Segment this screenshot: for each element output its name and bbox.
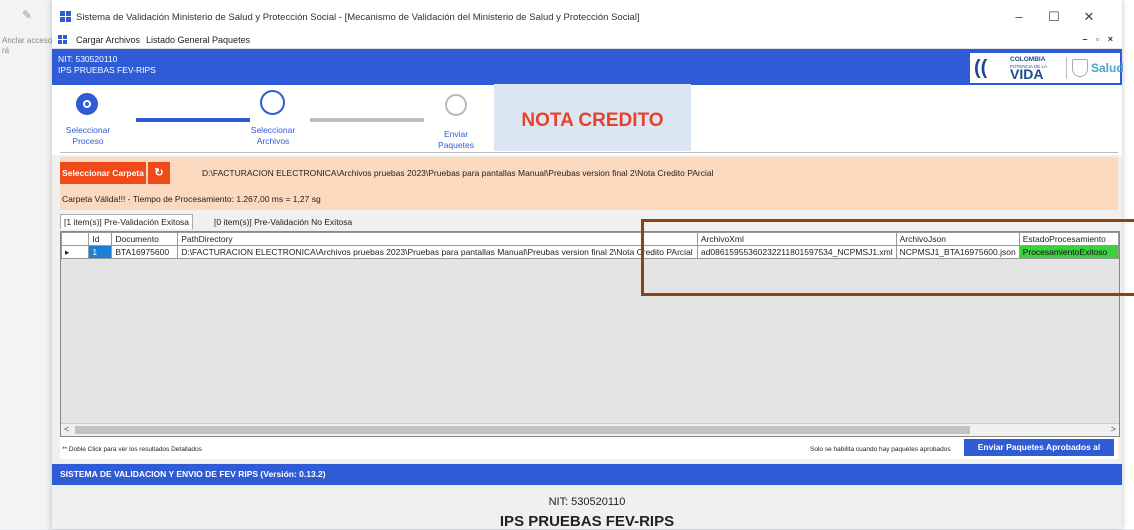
cell-path[interactable]: D:\FACTURACION ELECTRONICA\Archivos prue… [177,245,698,259]
minimize-button[interactable]: – [1002,6,1036,28]
annotation-highlight-box [641,219,1134,296]
horizontal-scrollbar[interactable]: < > [61,423,1119,436]
send-enabled-hint: Solo se habilita cuando hay paquetes apr… [810,446,951,453]
maximize-button[interactable]: ☐ [1037,6,1071,28]
anclar-label: Anclar acceso rá [2,36,53,55]
send-approved-button[interactable]: Enviar Paquetes Aprobados al [964,439,1114,456]
version-text: SISTEMA DE VALIDACION Y ENVIO DE FEV RIP… [60,469,326,479]
step-current-icon [260,90,285,115]
double-click-hint: ** Doble Click para ver los resultados D… [62,446,202,453]
logo-salud-text: Salud [1091,61,1124,75]
menu-bar: Cargar Archivos Listado General Paquetes… [52,33,1122,49]
row-selector-icon[interactable]: ▸ [60,245,90,259]
window-title: Sistema de Validación Ministerio de Salu… [76,12,640,23]
cell-documento[interactable]: BTA16975600 [111,245,179,259]
folder-panel: Seleccionar Carpeta ↻ D:\FACTURACION ELE… [60,157,1118,210]
step-1-label: Seleccionar Proceso [65,125,111,146]
cell-id[interactable]: 1 [88,245,113,259]
app-icon [60,11,71,22]
step-done-icon [76,93,98,115]
scroll-thumb[interactable] [75,426,970,434]
nota-credito-text: NOTA CREDITO [521,110,664,131]
step-2-label: Seleccionar Archivos [250,125,296,146]
bottom-ips: IPS PRUEBAS FEV-RIPS [499,513,675,530]
header-nit: NIT: 530520110 [58,54,118,64]
wizard-steps: Seleccionar Proceso Seleccionar Archivos E… [52,84,1122,155]
child-window-icon [58,35,67,44]
step-connector-1 [136,118,250,122]
menu-listado-paquetes[interactable]: Listado General Paquetes [146,35,250,45]
tab-exitosa[interactable]: [1 item(s)] Pre-Validación Exitosa [60,214,194,229]
row-header-corner [60,232,90,246]
step-3-label: Enviar Paquetes [438,129,474,150]
footer-bar: ** Doble Click para ver los resultados D… [60,437,1118,459]
refresh-icon[interactable]: ↻ [148,162,170,184]
mdi-window-controls[interactable]: – ▫ × [1083,34,1116,44]
select-folder-button[interactable]: Seleccionar Carpeta [60,162,146,184]
background-explorer-pane: ✎ Anclar acceso rá [0,0,55,529]
header-ids: NIT: 530520110 IPS PRUEBAS FEV-RIPS [58,54,156,76]
close-button[interactable]: ✕ [1072,6,1106,28]
header-band: NIT: 530520110 IPS PRUEBAS FEV-RIPS (( C… [52,49,1124,85]
bottom-nit: NIT: 530520110 [548,496,626,508]
folder-status: Carpeta Válida!!! - Tiempo de Procesamie… [62,194,321,204]
step-pending-icon [445,94,467,116]
col-documento[interactable]: Documento [111,232,179,246]
header-ips: IPS PRUEBAS FEV-RIPS [58,65,156,75]
logo-divider [1066,57,1067,79]
logo-vida-text: VIDA [1010,66,1044,82]
version-band: SISTEMA DE VALIDACION Y ENVIO DE FEV RIP… [52,464,1122,485]
scroll-right-icon[interactable]: > [1111,424,1116,434]
coat-of-arms-icon [1072,59,1088,77]
folder-path: D:\FACTURACION ELECTRONICA\Archivos prue… [202,168,714,178]
menu-cargar-archivos[interactable]: Cargar Archivos [76,35,140,45]
scroll-left-icon[interactable]: < [64,424,69,434]
col-pathdirectory[interactable]: PathDirectory [177,232,698,246]
bottom-info: NIT: 530520110 IPS PRUEBAS FEV-RIPS [52,486,1122,530]
colombia-chevron-icon: (( [974,57,988,79]
nota-credito-banner: NOTA CREDITO [494,84,691,151]
logo-colombia-text: COLOMBIA [1010,56,1046,63]
wizard-divider [60,152,1118,153]
tab-no-exitosa[interactable]: [0 item(s)] Pre-Validación No Exitosa [211,215,355,229]
col-id[interactable]: Id [88,232,113,246]
title-bar: Sistema de Validación Ministerio de Salu… [52,0,1122,34]
pin-icon: ✎ [22,8,33,22]
colombia-salud-logo: (( COLOMBIA POTENCIA DE LA VIDA Salud [970,53,1124,83]
step-connector-2 [310,118,424,122]
